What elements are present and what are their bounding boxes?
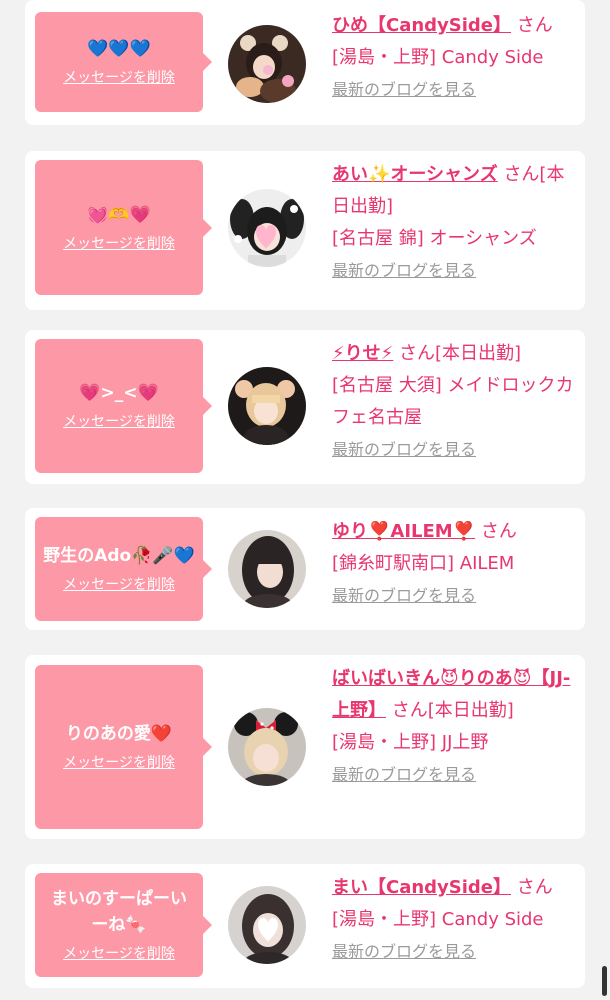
message-text: 💗>_<💗 [79,383,159,403]
message-card: りのあの愛❤️ メッセージを削除 ばいばいきん😈りのあ😈【JJ-上野】 さん[本… [25,655,585,839]
avatar-minnie-ears-girl[interactable] [228,708,306,786]
profile-name-link[interactable]: ゆり❣️AILEM❣️ [332,521,475,542]
message-bubble: 💙💙💙 メッセージを削除 [35,12,212,112]
avatar-dark-hair-girl[interactable] [228,530,306,608]
profile-name-link[interactable]: ⚡りせ⚡ [332,343,393,364]
avatar-bear-girl[interactable] [228,25,306,103]
profile-name-link[interactable]: まい【CandySide】 [332,877,511,898]
message-card: 野生のAdo🥀🎤💙 メッセージを削除 ゆり❣️AILEM❣️ さん [錦糸町駅南… [25,508,585,630]
honorific-suffix: さん [480,521,517,542]
latest-blog-link[interactable]: 最新のブログを見る [332,763,476,787]
delete-message-link[interactable]: メッセージを削除 [63,412,175,432]
avatar-dalmatian-girl[interactable] [228,189,306,267]
profile-name-line: ひめ【CandySide】 さん [332,10,577,42]
profile-name-line: ゆり❣️AILEM❣️ さん [332,516,577,548]
message-text: 💓🫶💗 [87,204,151,225]
latest-blog-link[interactable]: 最新のブログを見る [332,259,476,283]
message-card: 💗>_<💗 メッセージを削除 ⚡りせ⚡ さん[本日出勤] [名古屋 大須] メイ… [25,330,585,484]
message-bubble: りのあの愛❤️ メッセージを削除 [35,665,212,829]
shop-label: [湯島・上野] Candy Side [332,47,544,68]
message-bubble: まいのすーぱーいーね🍬 メッセージを削除 [35,873,212,977]
profile-info: あい✨オーシャンズ さん[本日出勤] [名古屋 錦] オーシャンズ 最新のブログ… [332,159,577,283]
profile-name-line: ⚡りせ⚡ さん[本日出勤] [332,338,577,370]
avatar-blonde-girl[interactable] [228,367,306,445]
profile-info: ゆり❣️AILEM❣️ さん [錦糸町駅南口] AILEM 最新のブログを見る [332,516,577,608]
message-text: 野生のAdo🥀🎤💙 [43,546,195,566]
shop-label: [湯島・上野] Candy Side [332,909,544,930]
message-bubble: 💓🫶💗 メッセージを削除 [35,160,212,295]
profile-info: ばいばいきん😈りのあ😈【JJ-上野】 さん[本日出勤] [湯島・上野] JJ上野… [332,663,577,787]
profile-name-link[interactable]: ひめ【CandySide】 [332,15,511,36]
latest-blog-link[interactable]: 最新のブログを見る [332,78,476,102]
latest-blog-link[interactable]: 最新のブログを見る [332,940,476,964]
message-text: りのあの愛❤️ [65,724,173,744]
profile-info: ひめ【CandySide】 さん [湯島・上野] Candy Side 最新のブ… [332,10,577,102]
honorific-suffix: さん [516,15,553,36]
profile-name-line: あい✨オーシャンズ さん[本日出勤] [332,159,577,223]
honorific-suffix: さん[本日出勤] [399,343,522,364]
shop-label: [名古屋 大須] メイドロックカフェ名古屋 [332,375,574,428]
message-text: まいのすーぱーいーね🍬 [51,889,187,935]
message-bubble: 💗>_<💗 メッセージを削除 [35,339,212,473]
scrollbar-thumb[interactable] [602,966,607,996]
honorific-suffix: さん [516,877,553,898]
message-text: 💙💙💙 [87,39,151,59]
profile-info: まい【CandySide】 さん [湯島・上野] Candy Side 最新のブ… [332,872,577,964]
delete-message-link[interactable]: メッセージを削除 [63,753,175,773]
delete-message-link[interactable]: メッセージを削除 [63,68,175,88]
delete-message-link[interactable]: メッセージを削除 [63,575,175,595]
profile-name-link[interactable]: あい✨オーシャンズ [332,164,498,185]
profile-name-line: まい【CandySide】 さん [332,872,577,904]
message-card: まいのすーぱーいーね🍬 メッセージを削除 まい【CandySide】 さん [湯… [25,864,585,988]
shop-label: [湯島・上野] JJ上野 [332,732,489,753]
latest-blog-link[interactable]: 最新のブログを見る [332,584,476,608]
avatar-heart-face-girl[interactable] [228,886,306,964]
message-bubble: 野生のAdo🥀🎤💙 メッセージを削除 [35,517,212,621]
delete-message-link[interactable]: メッセージを削除 [63,234,175,254]
message-card: 💓🫶💗 メッセージを削除 あい✨オーシャンズ さん[本日出勤] [名古屋 錦] [25,151,585,310]
message-feed: 💙💙💙 メッセージを削除 ひめ【CandySide】 さん [湯島・上野] Ca [0,0,610,1000]
shop-label: [錦糸町駅南口] AILEM [332,553,515,574]
profile-name-line: ばいばいきん😈りのあ😈【JJ-上野】 さん[本日出勤] [332,663,577,727]
shop-label: [名古屋 錦] オーシャンズ [332,228,537,249]
honorific-suffix: さん[本日出勤] [391,700,514,721]
profile-info: ⚡りせ⚡ さん[本日出勤] [名古屋 大須] メイドロックカフェ名古屋 最新のブ… [332,338,577,462]
delete-message-link[interactable]: メッセージを削除 [63,944,175,964]
latest-blog-link[interactable]: 最新のブログを見る [332,438,476,462]
message-card: 💙💙💙 メッセージを削除 ひめ【CandySide】 さん [湯島・上野] Ca [25,0,585,125]
